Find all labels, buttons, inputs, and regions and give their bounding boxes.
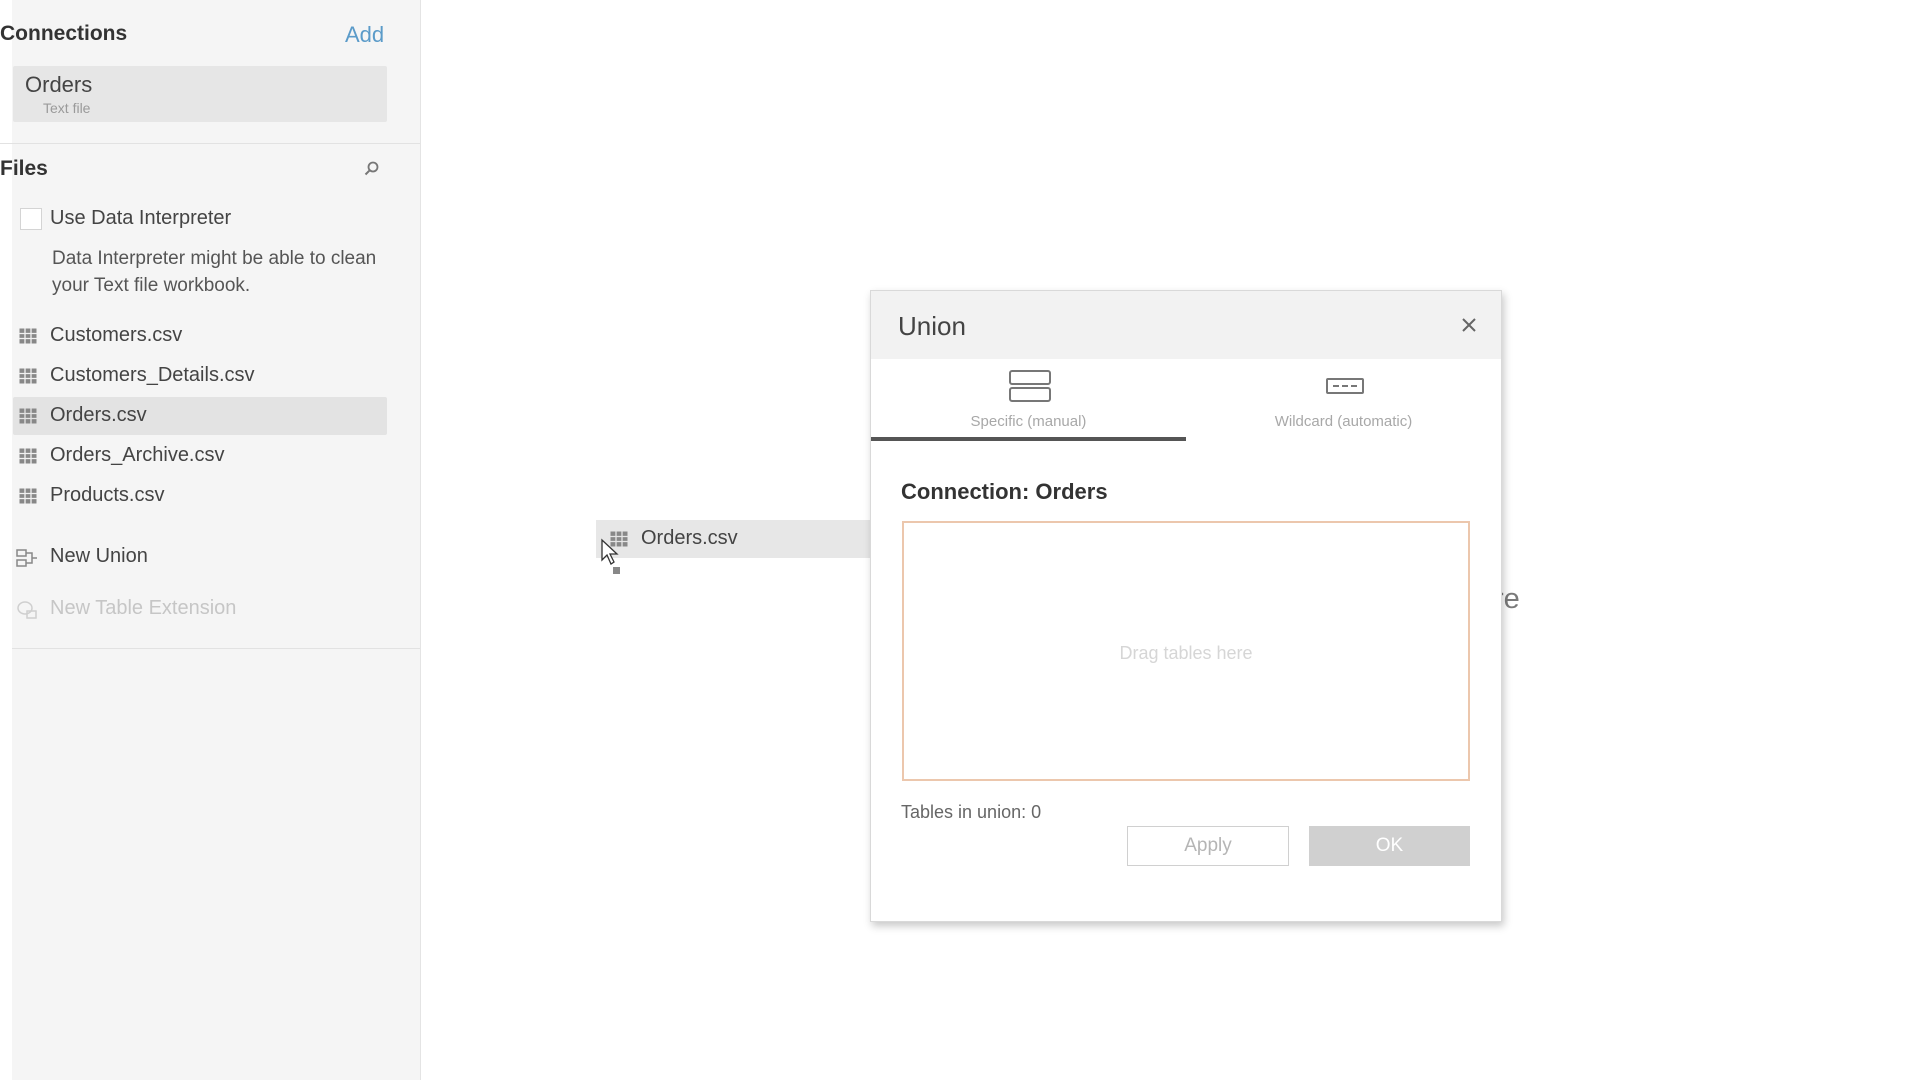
- dialog-title: Union: [898, 311, 966, 341]
- data-interpreter-description: Data Interpreter might be able to clean …: [52, 248, 377, 296]
- connection-type: Text file: [43, 100, 91, 116]
- data-interpreter-label[interactable]: Use Data Interpreter: [50, 207, 231, 230]
- table-icon: [19, 408, 37, 424]
- dialog-header: Union: [871, 291, 1501, 359]
- union-dialog: Union Specific (manual) Wildcard (automa…: [870, 290, 1502, 922]
- tab-wildcard-automatic[interactable]: Wildcard (automatic): [1186, 361, 1501, 441]
- dragged-table-label: Orders.csv: [641, 527, 738, 549]
- table-icon: [19, 368, 37, 384]
- new-table-extension-link: New Table Extension: [50, 597, 237, 619]
- connection-heading: Connection: Orders: [901, 479, 1108, 504]
- drag-cursor-icon: [601, 538, 620, 574]
- data-source-panel: Connections Add Orders Text file Files U…: [0, 0, 421, 1080]
- search-icon[interactable]: [363, 160, 381, 178]
- connections-heading: Connections: [0, 22, 128, 45]
- data-interpreter-checkbox[interactable]: [20, 208, 42, 230]
- files-heading: Files: [0, 157, 48, 180]
- file-label: Products.csv: [50, 484, 165, 506]
- table-extension-icon: [17, 601, 37, 619]
- table-drop-zone[interactable]: Drag tables here: [902, 521, 1470, 781]
- connection-name: Orders: [25, 72, 93, 97]
- file-item-customers[interactable]: Customers.csv: [13, 317, 387, 355]
- specific-union-icon: [1009, 370, 1051, 402]
- tab-label: Wildcard (automatic): [1274, 413, 1413, 430]
- apply-button[interactable]: Apply: [1127, 826, 1289, 866]
- file-label: Customers_Details.csv: [50, 364, 255, 386]
- tables-in-union-count: Tables in union: 0: [901, 802, 1042, 822]
- drop-zone-hint: Drag tables here: [1119, 643, 1253, 663]
- tab-label: Specific (manual): [970, 413, 1087, 430]
- union-icon: [16, 549, 37, 567]
- table-icon: [19, 448, 37, 464]
- file-item-orders[interactable]: Orders.csv: [13, 397, 387, 435]
- file-item-orders-archive[interactable]: Orders_Archive.csv: [13, 437, 387, 475]
- section-divider: [0, 143, 420, 144]
- add-connection-link[interactable]: Add: [345, 22, 384, 48]
- new-union-link[interactable]: New Union: [50, 545, 148, 568]
- table-icon: [19, 328, 37, 344]
- file-label: Orders_Archive.csv: [50, 444, 225, 466]
- file-item-customers-details[interactable]: Customers_Details.csv: [13, 357, 387, 395]
- tab-specific-manual[interactable]: Specific (manual): [871, 361, 1186, 441]
- connection-item-orders[interactable]: Orders Text file: [13, 66, 387, 122]
- section-divider: [12, 648, 420, 649]
- file-label: Customers.csv: [50, 324, 183, 346]
- file-item-products[interactable]: Products.csv: [13, 477, 387, 515]
- wildcard-union-icon: [1326, 378, 1364, 394]
- file-label: Orders.csv: [50, 404, 147, 426]
- ok-button[interactable]: OK: [1309, 826, 1470, 866]
- close-icon[interactable]: [1459, 315, 1479, 335]
- table-icon: [19, 488, 37, 504]
